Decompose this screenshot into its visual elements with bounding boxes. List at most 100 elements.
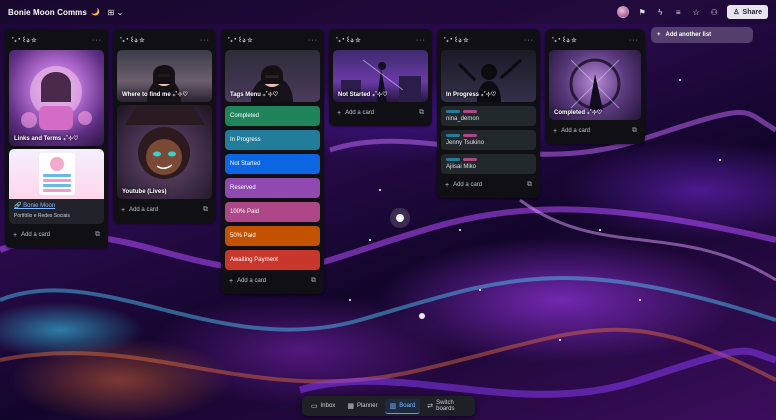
tag-label: In Progress: [230, 137, 261, 143]
tag-in-progress[interactable]: In Progress: [225, 130, 320, 150]
tag-completed[interactable]: Completed: [225, 106, 320, 126]
header-actions: ⚑ ϟ ≡ ☆ ⚇ ♙ Share: [617, 5, 768, 19]
plus-icon: +: [553, 127, 558, 135]
add-card-button[interactable]: + Add a card ⧉: [9, 226, 104, 244]
template-icon[interactable]: ⧉: [419, 109, 424, 117]
card-labels: [446, 134, 531, 137]
card-title: Completed ₊˚⊹♡: [554, 110, 603, 116]
card-ajiisai-miko[interactable]: Ajiisai Miko: [441, 154, 536, 174]
add-card-label: Add a card: [237, 278, 267, 284]
list-title: ˚₊‧꒰ა ☆: [120, 37, 145, 44]
list-header[interactable]: ˚₊‧꒰ა ☆ ···: [225, 33, 320, 47]
card-bonie-moon-link[interactable]: 🔗 Bonie Moon Portfólio e Redes Sociais: [9, 149, 104, 224]
card-youtube-lives[interactable]: Youtube (Lives): [117, 105, 212, 199]
nav-label: Inbox: [320, 403, 336, 409]
list-tags-menu: ˚₊‧꒰ა ☆ ··· Tags Menu ₊˚⊹♡ Completed In …: [221, 29, 324, 294]
add-card-label: Add a card: [21, 232, 51, 238]
card-title: Links and Terms ₊˚⊹♡: [14, 136, 79, 142]
card-labels: [446, 158, 531, 161]
list-header[interactable]: ˚₊‧꒰ა ☆ ···: [333, 33, 428, 47]
card-jenny-tsukino[interactable]: Jenny Tsukino: [441, 130, 536, 150]
card-tags-menu[interactable]: Tags Menu ₊˚⊹♡: [225, 50, 320, 102]
plus-icon: +: [229, 277, 234, 285]
avatar[interactable]: [617, 6, 630, 18]
link-title[interactable]: 🔗 Bonie Moon: [14, 202, 99, 209]
list-completed: ˚₊‧꒰ა ☆ ··· Completed ₊˚⊹♡ + Add a card …: [545, 29, 645, 144]
list-header[interactable]: ˚₊‧꒰ა ☆ ···: [549, 33, 641, 47]
card-nina-demon[interactable]: nina_demon: [441, 106, 536, 126]
add-list-button[interactable]: + Add another list: [651, 27, 753, 43]
tag-awaiting-payment[interactable]: Awaiting Payment: [225, 250, 320, 270]
list-not-started: ˚₊‧꒰ა ☆ ··· Not Started ₊˚⊹♡ + Add a car…: [329, 29, 432, 126]
add-card-button[interactable]: + Add a card ⧉: [117, 201, 212, 219]
nav-board[interactable]: ▥ Board: [384, 398, 421, 414]
more-icon[interactable]: ···: [92, 37, 102, 44]
filter-icon[interactable]: ≡: [673, 8, 683, 17]
template-icon[interactable]: ⧉: [632, 127, 637, 135]
star-icon[interactable]: ☆: [691, 8, 701, 17]
more-icon[interactable]: ···: [200, 37, 210, 44]
link-preview-illustration: [39, 153, 75, 195]
tag-50-paid[interactable]: 50% Paid: [225, 226, 320, 246]
nav-switch-boards[interactable]: ⇄ Switch boards: [422, 397, 471, 415]
list-title: ˚₊‧꒰ა ☆: [444, 37, 469, 44]
character-illustration: [21, 66, 92, 130]
tag-reserved[interactable]: Reserved: [225, 178, 320, 198]
add-card-button[interactable]: + Add a card ⧉: [549, 122, 641, 140]
list-title: ˚₊‧꒰ა ☆: [12, 37, 37, 44]
more-icon[interactable]: ···: [524, 37, 534, 44]
character-illustration: [125, 105, 205, 179]
card-links-and-terms[interactable]: Links and Terms ₊˚⊹♡: [9, 50, 104, 146]
add-list-label: Add another list: [665, 32, 712, 38]
share-button[interactable]: ♙ Share: [727, 5, 768, 19]
plus-icon: +: [121, 206, 126, 214]
add-card-label: Add a card: [561, 128, 591, 134]
more-icon[interactable]: ···: [416, 37, 426, 44]
template-icon[interactable]: ⧉: [203, 206, 208, 214]
tag-not-started[interactable]: Not Started: [225, 154, 320, 174]
nav-label: Planner: [356, 403, 378, 409]
board-header: Bonie Moon Comms 🌙 ⊞ ⌄ ⚑ ϟ ≡ ☆ ⚇ ♙ Share: [0, 0, 776, 24]
add-card-button[interactable]: + Add a card ⧉: [225, 272, 320, 290]
card-labels: [446, 110, 531, 113]
template-icon[interactable]: ⧉: [311, 277, 316, 285]
board-view-switcher[interactable]: ⊞ ⌄: [108, 8, 124, 17]
inbox-icon: ▭: [311, 403, 318, 410]
add-card-button[interactable]: + Add a card ⧉: [441, 176, 536, 194]
list-header[interactable]: ˚₊‧꒰ა ☆ ···: [9, 33, 104, 47]
template-icon[interactable]: ⧉: [527, 181, 532, 189]
card-where-to-find-me[interactable]: Where to find me ₊˚⊹♡: [117, 50, 212, 102]
add-card-label: Add a card: [345, 110, 375, 116]
card-in-progress[interactable]: In Progress ₊˚⊹♡: [441, 50, 536, 102]
nav-inbox[interactable]: ▭ Inbox: [306, 399, 340, 413]
switch-icon: ⇄: [427, 403, 434, 410]
members-icon[interactable]: ⚇: [709, 8, 719, 17]
calendar-icon: ▦: [347, 403, 354, 410]
board-title[interactable]: Bonie Moon Comms: [8, 8, 87, 17]
nav-planner[interactable]: ▦ Planner: [342, 399, 382, 413]
label-100-paid: [463, 110, 477, 113]
list-header[interactable]: ˚₊‧꒰ა ☆ ···: [117, 33, 212, 47]
tag-label: 100% Paid: [230, 209, 260, 215]
card-completed[interactable]: Completed ₊˚⊹♡: [549, 50, 641, 120]
tag-label: Awaiting Payment: [230, 257, 278, 263]
card-title: nina_demon: [446, 116, 480, 122]
card-title: Jenny Tsukino: [446, 140, 484, 146]
tag-label: Not Started: [230, 161, 261, 167]
automation-icon[interactable]: ϟ: [655, 8, 665, 17]
card-title: Ajiisai Miko: [446, 164, 477, 170]
list-header[interactable]: ˚₊‧꒰ა ☆ ···: [441, 33, 536, 47]
more-icon[interactable]: ···: [308, 37, 318, 44]
plus-icon: +: [337, 109, 342, 117]
list-title: ˚₊‧꒰ა ☆: [228, 37, 253, 44]
tag-100-paid[interactable]: 100% Paid: [225, 202, 320, 222]
nav-label: Switch boards: [436, 400, 455, 412]
card-title: Where to find me ₊˚⊹♡: [122, 92, 188, 98]
add-card-button[interactable]: + Add a card ⧉: [333, 104, 428, 122]
more-icon[interactable]: ···: [629, 37, 639, 44]
add-card-label: Add a card: [453, 182, 483, 188]
card-not-started[interactable]: Not Started ₊˚⊹♡: [333, 50, 428, 102]
power-up-icon[interactable]: ⚑: [637, 8, 647, 17]
tag-label: Reserved: [230, 185, 256, 191]
template-icon[interactable]: ⧉: [95, 231, 100, 239]
